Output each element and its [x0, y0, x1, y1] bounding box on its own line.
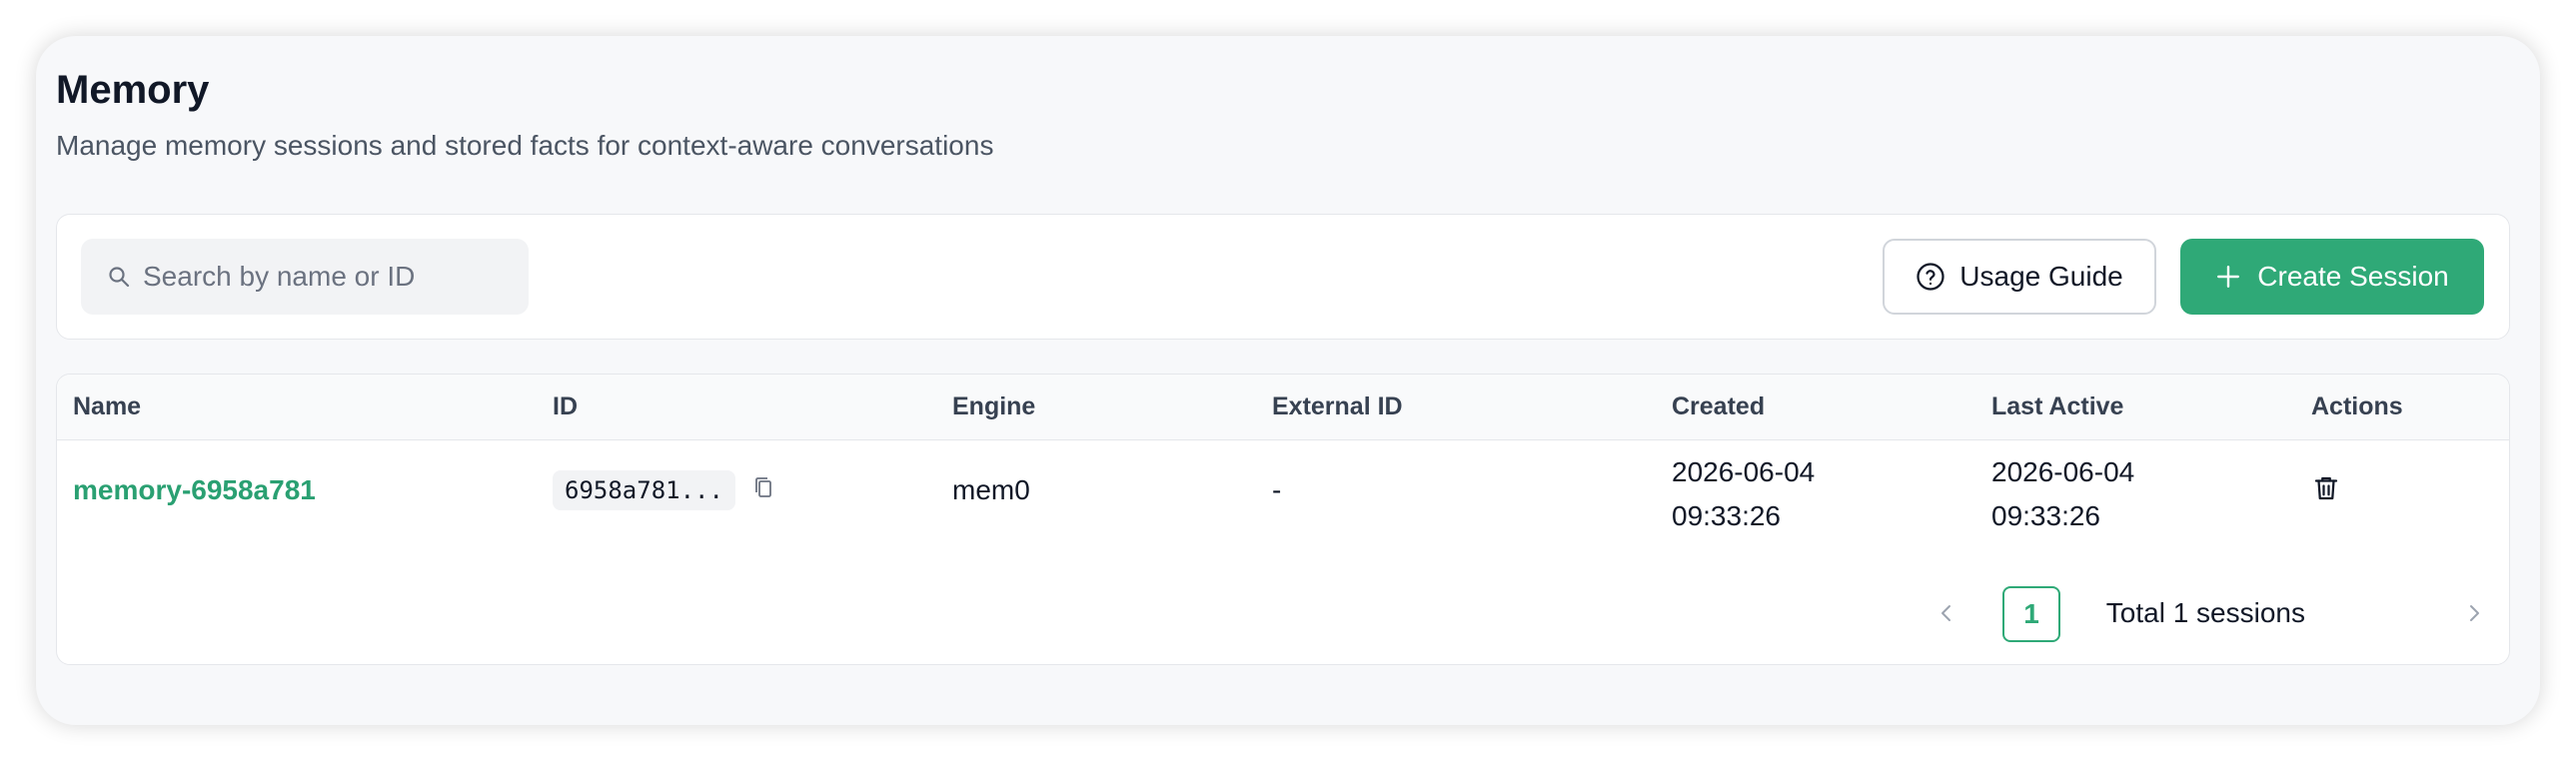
column-header-created[interactable]: Created: [1672, 375, 1765, 438]
pagination-total: Total 1 sessions: [2105, 597, 2305, 628]
usage-guide-label: Usage Guide: [1959, 261, 2123, 292]
help-circle-icon: [1917, 263, 1944, 291]
session-created-cell: 2026-06-04 09:33:26: [1672, 450, 1815, 538]
plus-icon: [2217, 266, 2240, 288]
session-name-cell: memory-6958a781: [73, 474, 316, 506]
chevron-right-icon: [2470, 605, 2479, 621]
pagination-next-button[interactable]: [2459, 596, 2489, 630]
column-header-name[interactable]: Name: [73, 375, 141, 438]
last-active-date: 2026-06-04: [1991, 456, 2135, 487]
created-time: 09:33:26: [1672, 500, 1781, 531]
delete-session-button[interactable]: [2311, 472, 2341, 511]
copy-id-button[interactable]: [753, 474, 775, 506]
session-name-link[interactable]: memory-6958a781: [73, 474, 316, 505]
session-id-chip: 6958a781...: [553, 470, 735, 510]
column-header-last-active[interactable]: Last Active: [1991, 375, 2123, 438]
search-input[interactable]: [143, 261, 503, 293]
column-header-external-id[interactable]: External ID: [1272, 375, 1403, 438]
session-last-active-cell: 2026-06-04 09:33:26: [1991, 450, 2134, 538]
memory-panel: Memory Manage memory sessions and stored…: [36, 36, 2540, 725]
session-engine-cell: mem0: [952, 474, 1030, 505]
create-session-button[interactable]: Create Session: [2180, 239, 2484, 315]
session-id-cell: 6958a781...: [553, 470, 775, 510]
chevron-left-icon: [1941, 605, 1950, 621]
copy-icon: [754, 477, 771, 497]
column-header-id[interactable]: ID: [553, 375, 578, 438]
sessions-table: Name ID Engine External ID Created Last …: [56, 374, 2510, 665]
pagination-prev-button[interactable]: [1932, 596, 1961, 630]
created-date: 2026-06-04: [1672, 456, 1816, 487]
session-external-id-cell: -: [1272, 474, 1282, 505]
page-title: Memory: [56, 68, 210, 112]
table-header: Name ID Engine External ID Created Last …: [57, 375, 2509, 440]
search-icon: [109, 267, 130, 288]
usage-guide-button[interactable]: Usage Guide: [1883, 239, 2156, 315]
column-header-actions: Actions: [2311, 392, 2403, 420]
trash-icon: [2314, 476, 2338, 500]
column-header-engine[interactable]: Engine: [952, 375, 1035, 438]
pagination-page-button[interactable]: 1: [2002, 586, 2060, 642]
create-session-label: Create Session: [2257, 261, 2449, 292]
page-subtitle: Manage memory sessions and stored facts …: [56, 130, 994, 161]
search-box[interactable]: [81, 239, 529, 315]
toolbar: Usage Guide Create Session: [56, 214, 2510, 340]
last-active-time: 09:33:26: [1991, 500, 2100, 531]
